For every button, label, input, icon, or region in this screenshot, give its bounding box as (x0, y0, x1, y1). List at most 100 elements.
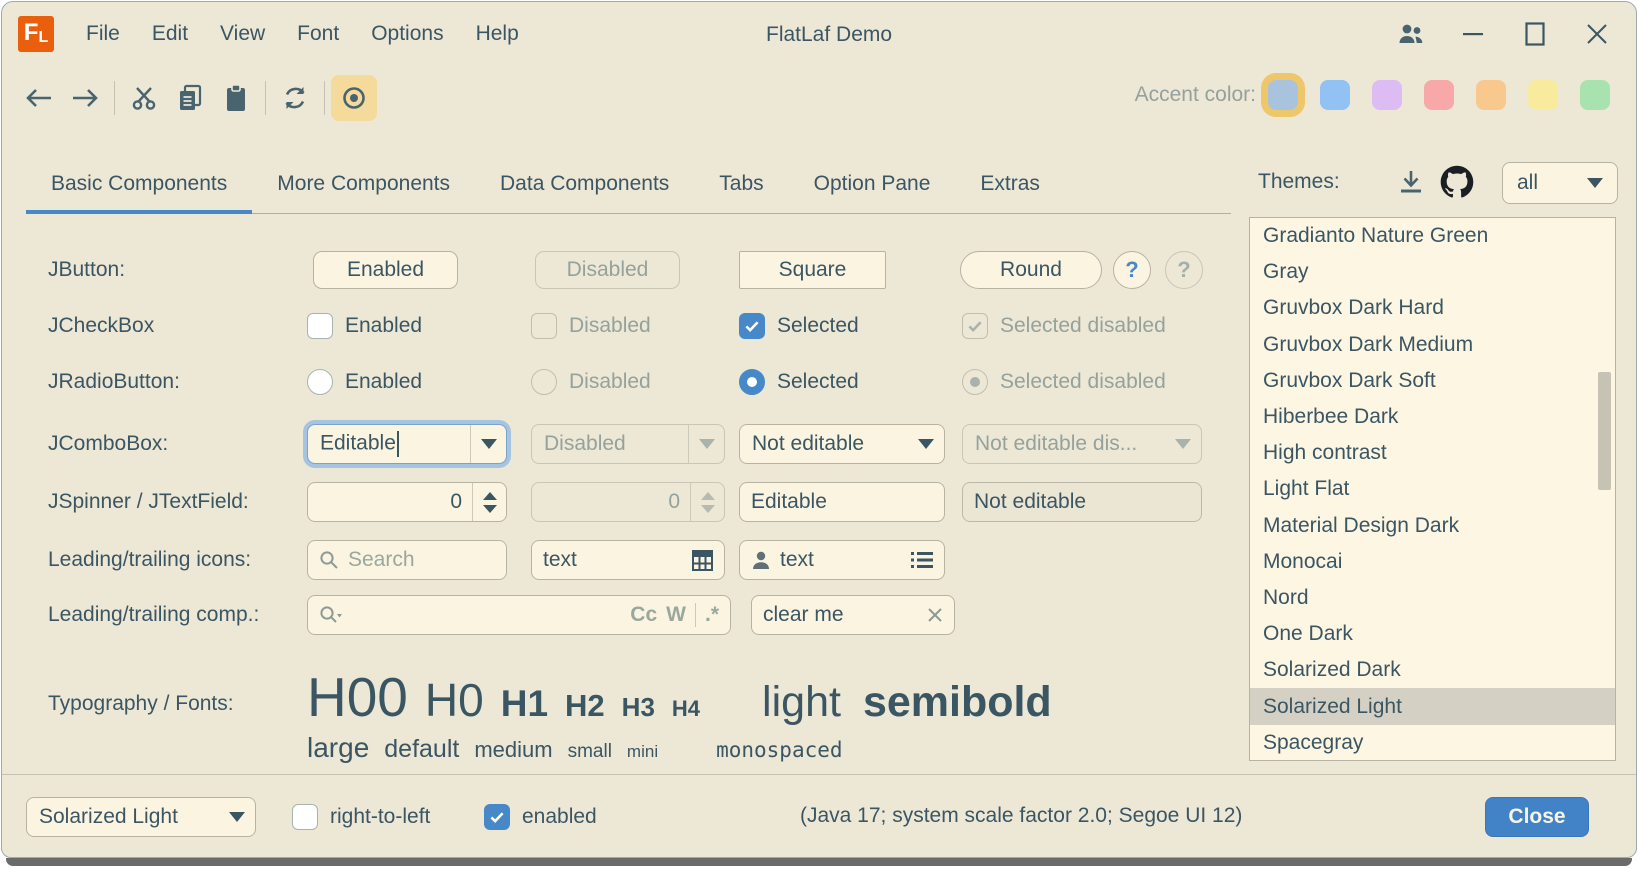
match-case-button[interactable]: Cc (630, 603, 657, 627)
spinner-arrows[interactable] (472, 483, 506, 521)
cut-button[interactable] (121, 75, 167, 121)
round-button[interactable]: Round (960, 251, 1102, 289)
search-dropdown-icon[interactable] (319, 605, 343, 625)
square-button[interactable]: Square (739, 251, 886, 289)
search-options-field[interactable]: Cc W .* (307, 595, 731, 635)
menu-item[interactable]: Edit (136, 12, 204, 56)
tab[interactable]: Tabs (694, 154, 788, 213)
h00-sample: H00 (307, 670, 408, 725)
themes-scrollbar-thumb[interactable] (1598, 372, 1611, 490)
h3-sample: H3 (622, 694, 655, 720)
theme-list-item[interactable]: Gruvbox Dark Hard (1250, 290, 1615, 326)
theme-filter-combobox[interactable]: all (1502, 162, 1618, 204)
radio-disabled (531, 369, 557, 395)
combobox-disabled: Disabled (531, 424, 725, 464)
tab[interactable]: Option Pane (789, 154, 956, 213)
show-hover-toggle-button[interactable] (331, 75, 377, 121)
whole-word-button[interactable]: W (666, 603, 686, 627)
themes-label: Themes: (1258, 170, 1340, 194)
radio-selected[interactable] (739, 369, 765, 395)
accent-color-swatch[interactable] (1268, 80, 1298, 110)
right-to-left-checkbox[interactable] (292, 804, 318, 830)
enabled-button[interactable]: Enabled (313, 251, 458, 289)
theme-list-item[interactable]: Gradianto Nature Green (1250, 218, 1615, 254)
checkbox-selected[interactable] (739, 313, 765, 339)
theme-list-item[interactable]: Light Flat (1250, 471, 1615, 507)
combobox-not-editable[interactable]: Not editable (739, 424, 945, 464)
h4-sample: H4 (672, 698, 700, 720)
theme-filter-value: all (1517, 171, 1587, 195)
field-separator (695, 603, 696, 627)
large-sample: large (307, 734, 369, 762)
accent-color-swatch[interactable] (1476, 80, 1506, 110)
calendar-table-icon[interactable] (692, 550, 713, 571)
back-button[interactable] (16, 75, 62, 121)
help-button[interactable]: ? (1113, 251, 1151, 289)
search-placeholder: Search (348, 548, 415, 572)
theme-list-item[interactable]: Gruvbox Dark Soft (1250, 363, 1615, 399)
accent-color-swatch[interactable] (1528, 80, 1558, 110)
accent-color-swatch[interactable] (1424, 80, 1454, 110)
paste-button[interactable] (213, 75, 259, 121)
theme-list-item[interactable]: Material Design Dark (1250, 508, 1615, 544)
eye-target-icon (341, 85, 367, 111)
h1-sample: H1 (501, 685, 548, 722)
search-icon (319, 550, 339, 570)
accent-color-swatch[interactable] (1580, 80, 1610, 110)
menu-item[interactable]: Help (460, 12, 535, 56)
typography-heading-samples: H00 H0 H1 H2 H3 H4 light semibold (307, 670, 1052, 725)
date-field[interactable]: text (531, 540, 725, 580)
checkbox-enabled[interactable] (307, 313, 333, 339)
theme-list-item[interactable]: Gray (1250, 254, 1615, 290)
spinner[interactable]: 0 (307, 482, 507, 522)
theme-list-item[interactable]: Nord (1250, 580, 1615, 616)
theme-list-item[interactable]: Spacegray (1250, 725, 1615, 761)
combobox-arrow[interactable] (470, 425, 506, 463)
close-button[interactable]: Close (1485, 797, 1589, 837)
users-button[interactable] (1380, 2, 1442, 66)
combobox-arrow[interactable] (908, 425, 944, 463)
tab[interactable]: Basic Components (26, 154, 252, 213)
user-text-field[interactable]: text (739, 540, 945, 580)
copy-button[interactable] (167, 75, 213, 121)
theme-list-item[interactable]: Gruvbox Dark Medium (1250, 327, 1615, 363)
paste-icon (224, 84, 248, 112)
refresh-button[interactable] (272, 75, 318, 121)
semibold-sample: semibold (863, 681, 1052, 724)
forward-button[interactable] (62, 75, 108, 121)
tab[interactable]: Data Components (475, 154, 694, 213)
jradiobutton-row-label: JRadioButton: (48, 369, 180, 395)
mini-sample: mini (627, 743, 658, 760)
clear-me-field[interactable]: clear me (751, 595, 955, 635)
radio-enabled[interactable] (307, 369, 333, 395)
combobox-arrow[interactable] (219, 798, 255, 836)
tab[interactable]: More Components (252, 154, 475, 213)
enabled-checkbox[interactable] (484, 804, 510, 830)
menu-item[interactable]: View (204, 12, 281, 56)
default-sample: default (384, 737, 459, 762)
theme-list-item[interactable]: Monocai (1250, 544, 1615, 580)
list-menu-icon[interactable] (911, 551, 933, 569)
menu-item[interactable]: Font (281, 12, 355, 56)
menu-item[interactable]: Options (355, 12, 459, 56)
minimize-button[interactable] (1442, 2, 1504, 66)
combobox-editable[interactable]: Editable (307, 424, 507, 464)
textfield-editable[interactable]: Editable (739, 482, 945, 522)
download-themes-button[interactable] (1392, 163, 1430, 201)
close-window-button[interactable] (1566, 2, 1628, 66)
theme-list-item[interactable]: Hiberbee Dark (1250, 399, 1615, 435)
accent-color-swatch[interactable] (1320, 80, 1350, 110)
regex-button[interactable]: .* (705, 603, 719, 627)
lookandfeel-combobox[interactable]: Solarized Light (26, 797, 256, 837)
theme-list-item[interactable]: Solarized Dark (1250, 652, 1615, 688)
theme-list-item[interactable]: Solarized Light (1250, 688, 1615, 724)
theme-list-item[interactable]: High contrast (1250, 435, 1615, 471)
menu-item[interactable]: File (70, 12, 136, 56)
search-field[interactable]: Search (307, 540, 507, 580)
clear-x-icon[interactable] (927, 607, 943, 623)
maximize-button[interactable] (1504, 2, 1566, 66)
theme-list-item[interactable]: One Dark (1250, 616, 1615, 652)
accent-color-swatch[interactable] (1372, 80, 1402, 110)
tab[interactable]: Extras (955, 154, 1065, 213)
github-button[interactable] (1438, 163, 1476, 201)
